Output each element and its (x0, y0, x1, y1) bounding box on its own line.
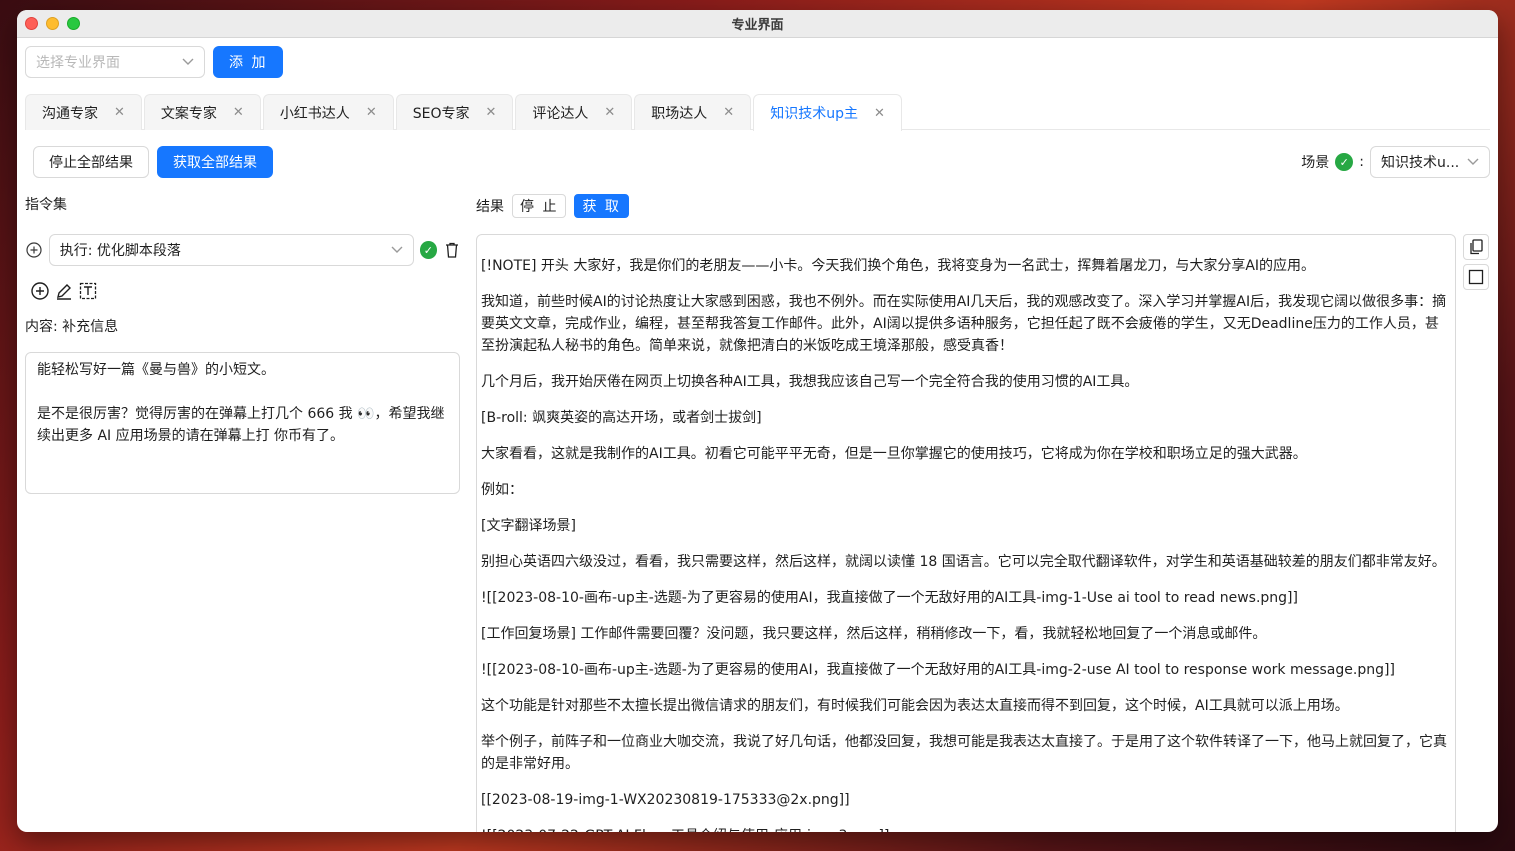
close-tab-icon[interactable]: ✕ (874, 106, 885, 121)
window-controls (25, 17, 80, 30)
close-tab-icon[interactable]: ✕ (485, 105, 496, 120)
result-paragraph: [[2023-08-19-img-1-WX20230819-175333@2x.… (481, 792, 850, 808)
tab-label: SEO专家 (412, 105, 470, 122)
content-textarea[interactable]: 能轻松写好一篇《曼与兽》的小短文。 是不是很厉害？觉得厉害的在弹幕上打几个 66… (25, 352, 460, 494)
check-circle-icon: ✓ (1335, 153, 1354, 171)
result-paragraph: [B-roll: 飒爽英姿的高达开场，或者剑士拔剑] (481, 410, 762, 426)
close-tab-icon[interactable]: ✕ (604, 105, 615, 120)
result-paragraph: 这个功能是针对那些不太擅长提出微信请求的朋友们，有时候我们可能会因为表达太直接而… (481, 698, 1349, 714)
result-paragraph: [!NOTE] 开头 大家好，我是你们的老朋友——小卡。今天我们换个角色，我将变… (481, 258, 1316, 274)
chevron-down-icon (1467, 154, 1479, 170)
profession-select[interactable]: 选择专业界面 (25, 46, 205, 78)
close-window-button[interactable] (25, 17, 38, 30)
add-button[interactable]: 添 加 (213, 46, 284, 78)
result-paragraph: [文字翻译场景] (481, 518, 576, 534)
app-window: 专业界面 选择专业界面 添 加 沟通专家 ✕ 文案专家 ✕ 小红书达人 ✕ SEO专家 ✕ 评论… (17, 10, 1498, 832)
instructions-panel: 指令集 执行: 优化脚本段落 ✓ 内容: 补充信息 能轻松写好一篇《曼与兽》的小… (25, 194, 461, 494)
result-side-tools (1463, 234, 1489, 290)
tab-6[interactable]: 知识技术up主 ✕ (753, 94, 902, 131)
tab-1[interactable]: 文案专家 ✕ (143, 94, 261, 130)
check-circle-icon: ✓ (419, 241, 438, 259)
result-paragraph: 举个例子，前阵子和一位商业大咖交流，我说了好几句话，他都没回复，我想可能是我表达… (481, 734, 1447, 772)
tab-label: 文案专家 (160, 105, 217, 122)
result-paragraph: ![[2023-08-10-画布-up主-选题-为了更容易的使用AI，我直接做了… (481, 662, 1395, 678)
close-tab-icon[interactable]: ✕ (114, 105, 125, 120)
results-header: 结果 停 止 获 取 (476, 194, 629, 218)
result-paragraph: 别担心英语四六级没过，看看，我只需要这样，然后这样，就阔以读懂 18 国语言。它… (481, 554, 1446, 570)
tab-4[interactable]: 评论达人 ✕ (515, 94, 633, 130)
result-paragraph: ![[2023-07-22-GPT-AI Flow-工具介绍与使用-应用-img… (481, 825, 1451, 832)
command-select-value: 执行: 优化脚本段落 (59, 243, 181, 259)
bulk-actions: 停止全部结果 获取全部结果 (33, 146, 273, 178)
scene-selector: 场景 ✓ : 知识技术u... (1301, 146, 1490, 178)
get-all-button[interactable]: 获取全部结果 (157, 146, 273, 178)
result-paragraph: 几个月后，我开始厌倦在网页上切换各种AI工具，我想我应该自己写一个完全符合我的使… (481, 374, 1139, 390)
title-bar: 专业界面 (17, 10, 1498, 38)
results-title: 结果 (476, 199, 504, 215)
minimize-window-button[interactable] (46, 17, 59, 30)
plus-circle-icon[interactable] (25, 241, 43, 259)
stop-result-button[interactable]: 停 止 (512, 194, 567, 218)
result-paragraph: 我知道，前些时候AI的讨论热度让大家感到困惑，我也不例外。而在实际使用AI几天后… (481, 294, 1447, 354)
top-toolbar: 选择专业界面 添 加 (25, 46, 284, 78)
tab-2[interactable]: 小红书达人 ✕ (262, 94, 394, 130)
edit-pen-icon[interactable] (55, 282, 73, 300)
tab-label: 知识技术up主 (770, 106, 858, 122)
window-title: 专业界面 (731, 18, 784, 33)
tab-3[interactable]: SEO专家 ✕ (395, 94, 514, 130)
scene-select-value: 知识技术u... (1381, 155, 1460, 171)
copy-icon[interactable] (1463, 234, 1489, 260)
scene-select[interactable]: 知识技术u... (1370, 146, 1490, 178)
chevron-down-icon (391, 242, 403, 258)
tab-0[interactable]: 沟通专家 ✕ (25, 94, 142, 130)
trash-icon[interactable] (443, 241, 461, 259)
content-label: 内容: 补充信息 (25, 319, 119, 335)
result-paragraph: 大家看看，这就是我制作的AI工具。初看它可能平平无奇，但是一旦你掌握它的使用技巧… (481, 446, 1307, 462)
result-paragraph: 例如： (481, 482, 523, 498)
command-tools (25, 282, 461, 300)
command-row: 执行: 优化脚本段落 ✓ (25, 234, 461, 266)
result-paragraph: ![[2023-08-10-画布-up主-选题-为了更容易的使用AI，我直接做了… (481, 590, 1298, 606)
maximize-window-button[interactable] (67, 17, 80, 30)
scene-label: 场景 (1301, 155, 1330, 171)
close-tab-icon[interactable]: ✕ (366, 105, 377, 120)
instructions-title: 指令集 (25, 197, 67, 213)
tab-label: 职场达人 (651, 105, 708, 122)
chevron-down-icon (182, 56, 194, 69)
text-box-icon[interactable] (79, 282, 97, 300)
close-tab-icon[interactable]: ✕ (233, 105, 244, 120)
scene-colon: : (1359, 154, 1364, 170)
stop-all-button[interactable]: 停止全部结果 (33, 146, 149, 178)
profession-select-placeholder: 选择专业界面 (36, 55, 120, 71)
profession-tabs: 沟通专家 ✕ 文案专家 ✕ 小红书达人 ✕ SEO专家 ✕ 评论达人 ✕ 职场达人 ✕ 知识技术up主 ✕ (25, 94, 1490, 131)
result-paragraph: [工作回复场景] 工作邮件需要回覆？没问题，我只要这样，然后这样，稍稍修改一下，… (481, 626, 1267, 642)
add-circle-icon[interactable] (31, 282, 49, 300)
tab-label: 小红书达人 (279, 105, 350, 122)
tab-5[interactable]: 职场达人 ✕ (634, 94, 752, 130)
command-select[interactable]: 执行: 优化脚本段落 (48, 234, 414, 266)
close-tab-icon[interactable]: ✕ (723, 105, 734, 120)
get-result-button[interactable]: 获 取 (574, 194, 629, 218)
tab-label: 沟通专家 (42, 105, 98, 122)
square-icon[interactable] (1463, 264, 1489, 290)
result-content[interactable]: [!NOTE] 开头 大家好，我是你们的老朋友——小卡。今天我们换个角色，我将变… (476, 234, 1456, 832)
tab-label: 评论达人 (532, 105, 589, 122)
